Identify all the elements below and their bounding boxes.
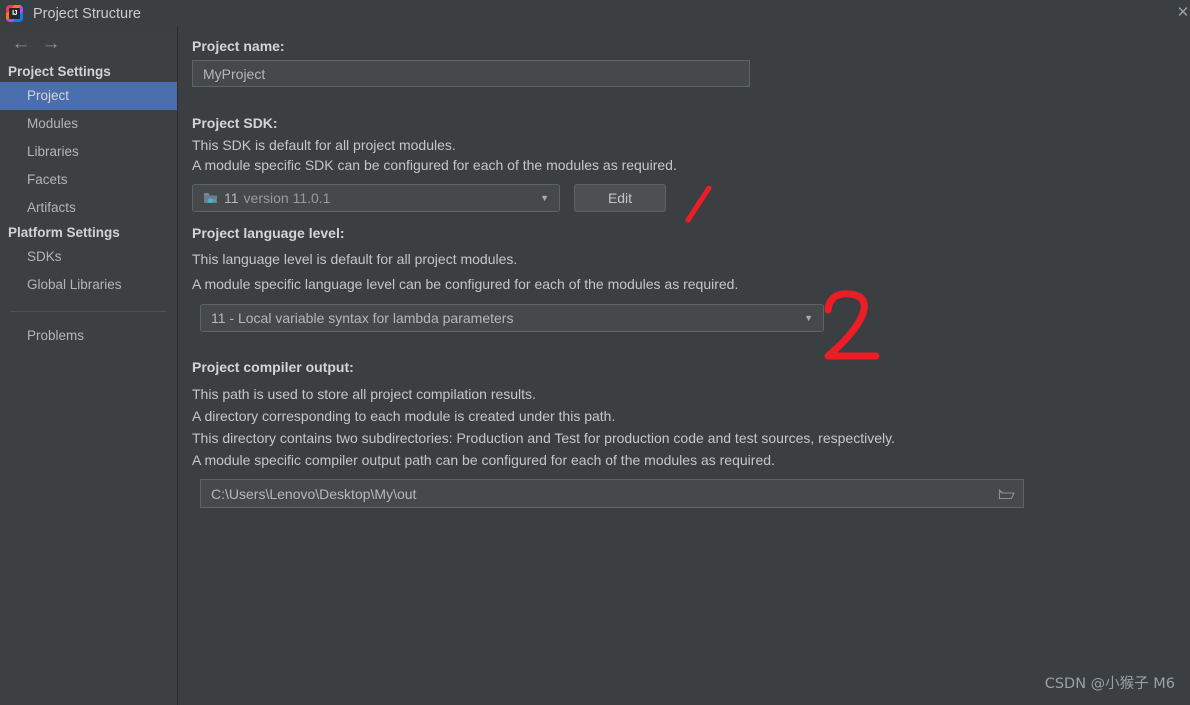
csdn-watermark: CSDN @小猴子 M6 (1044, 676, 1175, 692)
sidebar-item-facets[interactable]: Facets (0, 166, 177, 194)
chevron-down-icon[interactable]: ▼ (540, 185, 549, 211)
back-arrow-icon[interactable]: ← (6, 32, 36, 56)
intellij-idea-logo-icon: IJ (6, 5, 23, 22)
window-title: Project Structure (33, 5, 141, 22)
compiler-output-description-line-1: This path is used to store all project c… (192, 386, 536, 402)
language-level-description-line-1: This language level is default for all p… (192, 251, 518, 267)
chevron-down-icon[interactable]: ▼ (804, 305, 813, 331)
project-language-level-combobox[interactable]: 11 - Local variable syntax for lambda pa… (200, 304, 824, 332)
sidebar-item-global-libraries[interactable]: Global Libraries (0, 271, 177, 299)
forward-arrow-icon[interactable]: → (36, 32, 66, 56)
sidebar-item-project[interactable]: Project (0, 82, 177, 110)
project-sdk-name: 11 (224, 190, 239, 206)
project-sdk-combobox[interactable]: 11 version 11.0.1 ▼ (192, 184, 560, 212)
folder-browse-icon[interactable] (998, 480, 1015, 507)
sidebar-item-libraries[interactable]: Libraries (0, 138, 177, 166)
navigation-buttons: ← → (0, 27, 177, 61)
compiler-output-description-line-3: This directory contains two subdirectori… (192, 430, 895, 446)
language-level-value: 11 - Local variable syntax for lambda pa… (211, 310, 514, 326)
sidebar-item-sdks[interactable]: SDKs (0, 243, 177, 271)
project-name-input[interactable]: MyProject (192, 60, 750, 87)
language-level-description-line-2: A module specific language level can be … (192, 276, 739, 292)
project-sdk-description-line-2: A module specific SDK can be configured … (192, 157, 677, 173)
project-sdk-version: version 11.0.1 (243, 190, 331, 206)
settings-sidebar: ← → Project Settings Project Modules Lib… (0, 27, 178, 705)
sidebar-item-artifacts[interactable]: Artifacts (0, 194, 177, 222)
sidebar-item-problems[interactable]: Problems (0, 322, 177, 350)
project-language-level-label: Project language level: (192, 225, 345, 241)
java-sdk-folder-icon (203, 191, 218, 205)
sidebar-group-project-settings: Project Settings (8, 64, 111, 79)
compiler-output-path-input[interactable]: C:\Users\Lenovo\Desktop\My\out (200, 479, 1024, 508)
project-sdk-description-line-1: This SDK is default for all project modu… (192, 137, 456, 153)
compiler-output-description-line-2: A directory corresponding to each module… (192, 408, 616, 424)
project-name-label: Project name: (192, 38, 285, 54)
close-icon[interactable]: ✕ (1172, 4, 1190, 22)
sidebar-item-modules[interactable]: Modules (0, 110, 177, 138)
compiler-output-path-value: C:\Users\Lenovo\Desktop\My\out (211, 485, 417, 502)
project-compiler-output-label: Project compiler output: (192, 359, 354, 375)
window-title-bar: IJ Project Structure ✕ (0, 0, 1190, 27)
sidebar-group-platform-settings: Platform Settings (8, 225, 120, 240)
sidebar-divider (10, 311, 167, 312)
edit-sdk-button[interactable]: Edit (574, 184, 666, 212)
project-settings-panel: Project name: MyProject Project SDK: Thi… (178, 27, 1190, 705)
project-sdk-label: Project SDK: (192, 115, 278, 131)
compiler-output-description-line-4: A module specific compiler output path c… (192, 452, 775, 468)
